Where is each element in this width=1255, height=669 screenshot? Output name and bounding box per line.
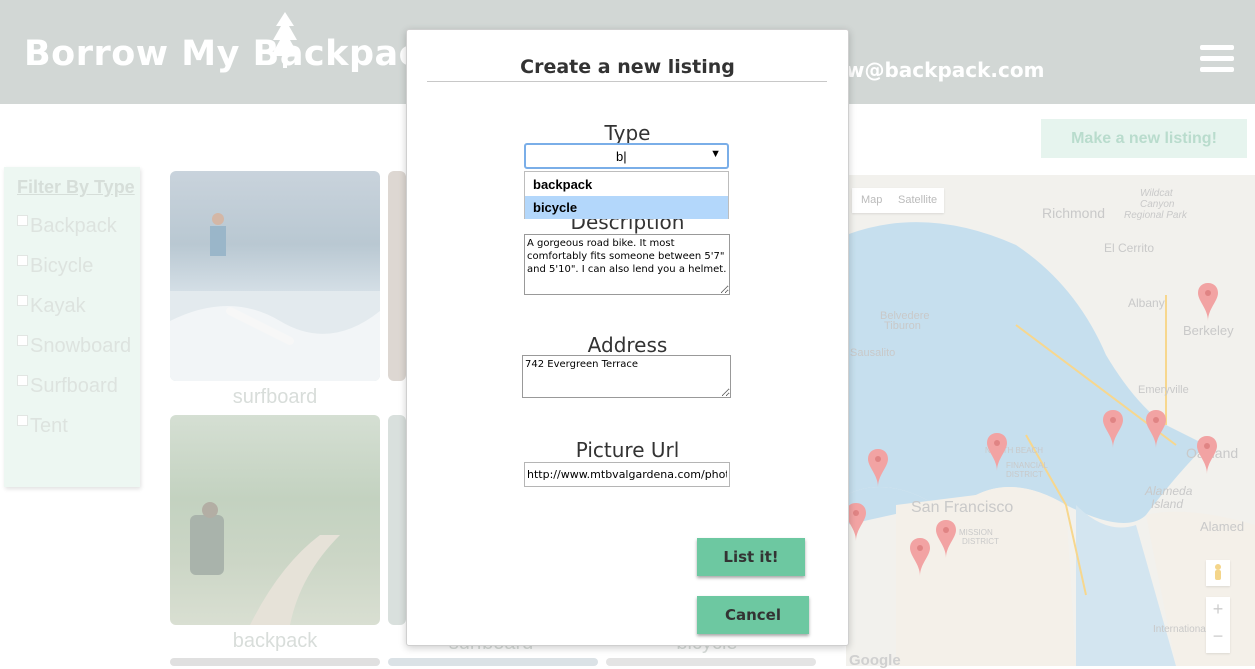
listing-image-backpack[interactable] <box>170 415 380 625</box>
map-label: Emeryville <box>1138 384 1189 396</box>
zoom-in-button[interactable]: + <box>1206 599 1230 620</box>
tree-icon <box>271 12 299 68</box>
map-pin-icon[interactable] <box>936 520 956 558</box>
type-label: Type <box>604 121 651 145</box>
listing-image-partial[interactable] <box>388 171 406 381</box>
map-label: Alamed <box>1200 519 1245 534</box>
map-pin-icon[interactable] <box>1146 410 1166 448</box>
map-view[interactable] <box>846 175 1255 666</box>
cancel-button[interactable]: Cancel <box>697 596 809 634</box>
map-tab-map[interactable]: Map <box>861 194 882 206</box>
listing-image-partial[interactable] <box>388 415 406 625</box>
description-textarea[interactable]: A gorgeous road bike. It most comfortabl… <box>524 234 730 295</box>
map-label: Sausalito <box>850 347 896 359</box>
surfer-photo <box>170 213 380 381</box>
menu-icon[interactable] <box>1200 45 1234 75</box>
map-label: MISSION <box>959 528 993 537</box>
map-label: Regional Park <box>1124 210 1187 221</box>
filter-item-bicycle[interactable]: Bicycle <box>17 255 93 278</box>
map-pin-icon[interactable] <box>1198 283 1218 321</box>
listing-image-row3[interactable] <box>170 658 380 666</box>
filter-title: Filter By Type <box>17 177 135 197</box>
make-listing-button[interactable]: Make a new listing! <box>1041 119 1247 158</box>
checkbox[interactable] <box>17 375 28 386</box>
card-label: backpack <box>232 630 318 652</box>
map-label: Tiburon <box>884 320 921 332</box>
map-label: Alameda <box>1145 484 1193 498</box>
map-label: Berkeley <box>1183 323 1234 338</box>
map-label: FINANCIAL <box>1006 461 1048 470</box>
option-backpack[interactable]: backpack <box>525 173 728 196</box>
brand-logo[interactable]: Borrow My Backpack <box>24 34 444 74</box>
option-bicycle[interactable]: bicycle <box>525 196 728 219</box>
map-label: Wildcat <box>1140 188 1173 199</box>
listing-image-row3[interactable] <box>606 658 816 666</box>
map-canvas <box>846 175 1255 666</box>
type-dropdown-list: backpack bicycle <box>524 171 729 219</box>
map-label: DISTRICT <box>962 537 999 546</box>
map-pin-icon[interactable] <box>868 449 888 487</box>
filter-item-tent[interactable]: Tent <box>17 415 68 438</box>
filter-item-backpack[interactable]: Backpack <box>17 215 117 238</box>
checkbox[interactable] <box>17 335 28 346</box>
filter-item-surfboard[interactable]: Surfboard <box>17 375 118 398</box>
street-view-icon[interactable] <box>1206 560 1230 586</box>
checkbox[interactable] <box>17 295 28 306</box>
checkbox[interactable] <box>17 215 28 226</box>
map-label: El Cerrito <box>1104 241 1155 255</box>
map-label: International <box>1153 624 1209 635</box>
listing-image-row3[interactable] <box>388 658 598 666</box>
filter-item-snowboard[interactable]: Snowboard <box>17 335 131 358</box>
map-tab-satellite[interactable]: Satellite <box>898 194 937 206</box>
modal-title: Create a new listing <box>520 56 735 78</box>
map-pin-icon[interactable] <box>846 503 866 541</box>
map-pin-icon[interactable] <box>1197 436 1217 474</box>
create-listing-modal: Create a new listing Type b| ▼ Descripti… <box>406 29 849 646</box>
filter-panel: Filter By Type Backpack Bicycle Kayak Sn… <box>4 167 140 487</box>
map-label: San Francisco <box>911 499 1014 516</box>
filter-item-kayak[interactable]: Kayak <box>17 295 86 318</box>
map-label: Albany <box>1128 296 1165 310</box>
map-label: Island <box>1151 497 1184 511</box>
checkbox[interactable] <box>17 255 28 266</box>
google-logo: Google <box>849 652 901 669</box>
checkbox[interactable] <box>17 415 28 426</box>
dropdown-arrow-icon: ▼ <box>710 148 721 160</box>
card-label: surfboard <box>232 386 318 408</box>
title-divider <box>427 81 827 82</box>
picture-url-label: Picture Url <box>575 438 680 462</box>
type-select-value: b| <box>616 149 627 164</box>
map-pin-icon[interactable] <box>1103 410 1123 448</box>
type-select[interactable]: b| ▼ <box>524 143 729 169</box>
address-label: Address <box>587 333 668 357</box>
map-label: Canyon <box>1140 199 1175 210</box>
zoom-out-button[interactable]: − <box>1206 626 1230 647</box>
listing-image-surfboard[interactable] <box>170 171 380 381</box>
user-email: w@backpack.com <box>846 58 1045 82</box>
map-type-control[interactable]: Map Satellite <box>852 188 944 213</box>
zoom-control: + − <box>1206 597 1230 653</box>
picture-url-input[interactable] <box>524 462 730 487</box>
map-pin-icon[interactable] <box>987 433 1007 471</box>
hiker-photo <box>190 502 340 625</box>
map-label: Richmond <box>1042 205 1106 221</box>
address-textarea[interactable]: 742 Evergreen Terrace <box>522 355 731 398</box>
map-label: DISTRICT <box>1006 470 1043 479</box>
map-pin-icon[interactable] <box>910 538 930 576</box>
list-it-button[interactable]: List it! <box>697 538 805 576</box>
